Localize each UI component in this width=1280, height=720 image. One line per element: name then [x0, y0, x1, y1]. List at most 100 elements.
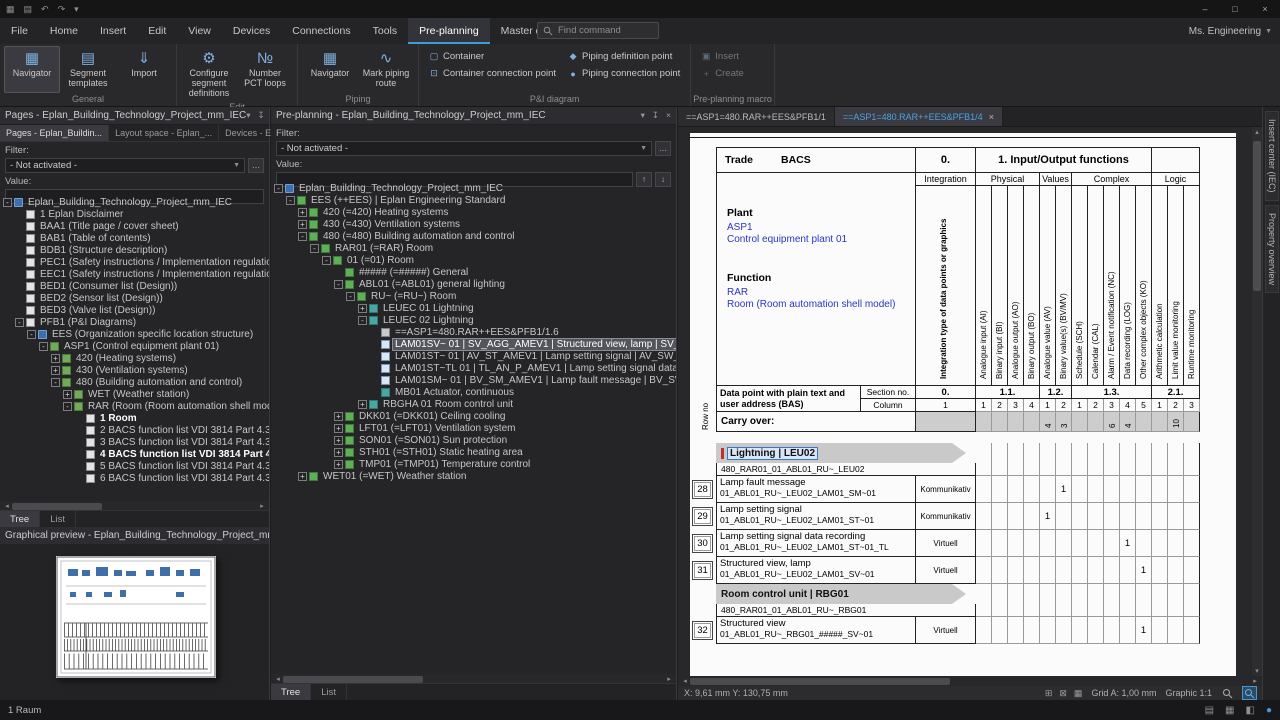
tree-item[interactable]: 5 BACS function list VDI 3814 Part 4.3: [0, 460, 269, 472]
tree-item[interactable]: EEC1 (Safety instructions / Implementati…: [0, 268, 269, 280]
tree-expander[interactable]: -: [298, 232, 307, 241]
section-header[interactable]: Lightning | LEU02: [716, 443, 966, 463]
ribbon-tab-insert[interactable]: Insert: [89, 18, 137, 44]
tree-item[interactable]: LAM01ST~TL 01 | TL_AN_P_AMEV1 | Lamp set…: [271, 362, 676, 374]
scroll-left-icon[interactable]: ◂: [2, 502, 12, 510]
tree-item[interactable]: -480 (=480) Building automation and cont…: [271, 230, 676, 242]
tree-item[interactable]: 1 Room: [0, 412, 269, 424]
tree-item[interactable]: LAM01SV~ 01 | SV_AGG_AMEV1 | Structured …: [271, 338, 676, 350]
zoom-selection-icon[interactable]: [1243, 687, 1256, 699]
quick-access-icon[interactable]: ▦: [6, 4, 15, 15]
scroll-up-icon[interactable]: ▴: [1252, 128, 1262, 136]
ribbon-button-number-pct-loops[interactable]: №Number PCT loops: [237, 46, 293, 101]
document-tab[interactable]: ==ASP1=480.RAR++EES&PFB1/4×: [835, 107, 1003, 126]
datapoint-cell[interactable]: Structured view01_ABL01_RU~_RBG01_#####_…: [716, 617, 916, 644]
dock-tab-property-overview[interactable]: Property overview: [1265, 205, 1279, 293]
tree-item[interactable]: BAA1 (Title page / cover sheet): [0, 220, 269, 232]
tree-expander[interactable]: -: [310, 244, 319, 253]
filter-select[interactable]: - Not activated - ▼: [276, 141, 652, 156]
ribbon-tab-connections[interactable]: Connections: [281, 18, 361, 44]
tree-expander[interactable]: -: [322, 256, 331, 265]
preplanning-panel-header[interactable]: Pre-planning - Eplan_Building_Technology…: [271, 107, 676, 125]
tree-item[interactable]: 1 Eplan Disclaimer: [0, 208, 269, 220]
tree-expander[interactable]: +: [51, 366, 60, 375]
tree-item[interactable]: +430 (Ventilation systems): [0, 364, 269, 376]
tree-item[interactable]: +WET01 (=WET) Weather station: [271, 470, 676, 482]
tree-item[interactable]: +WET (Weather station): [0, 388, 269, 400]
ribbon-button-navigator[interactable]: ▦Navigator: [302, 46, 358, 93]
datapoint-cell[interactable]: Lamp setting signal data recording01_ABL…: [716, 530, 916, 557]
tree-item[interactable]: -480 (Building automation and control): [0, 376, 269, 388]
tree-expander[interactable]: -: [27, 330, 36, 339]
statusbar-icon[interactable]: ▦: [1225, 705, 1234, 716]
ribbon-tab-pre-planning[interactable]: Pre-planning: [408, 18, 490, 44]
tree-expander[interactable]: -: [358, 316, 367, 325]
document-viewport[interactable]: TradeBACS0.1. Input/Output functionsInte…: [678, 127, 1262, 676]
pin-icon[interactable]: ↧: [652, 110, 659, 121]
datapoint-cell[interactable]: Lamp fault message01_ABL01_RU~_LEU02_LAM…: [716, 476, 916, 503]
tree-expander[interactable]: +: [63, 390, 72, 399]
tree-item[interactable]: -ABL01 (=ABL01) general lighting: [271, 278, 676, 290]
tree-item[interactable]: +SON01 (=SON01) Sun protection: [271, 434, 676, 446]
tree-expander[interactable]: +: [334, 460, 343, 469]
tree-item[interactable]: +430 (=430) Ventilation systems: [271, 218, 676, 230]
vertical-scrollbar[interactable]: ▴ ▾: [1252, 127, 1262, 676]
tree-expander[interactable]: +: [51, 354, 60, 363]
tab-tree[interactable]: Tree: [0, 511, 40, 527]
tree-item[interactable]: -PFB1 (P&I Diagrams): [0, 316, 269, 328]
tree-expander[interactable]: -: [39, 342, 48, 351]
zoom-icon[interactable]: [1221, 687, 1234, 699]
tree-item[interactable]: +LFT01 (=LFT01) Ventilation system: [271, 422, 676, 434]
tree-item[interactable]: -Eplan_Building_Technology_Project_mm_IE…: [271, 182, 676, 194]
tree-item[interactable]: BED3 (Valve list (Design)): [0, 304, 269, 316]
tree-expander[interactable]: -: [15, 318, 24, 327]
datapoint-cell[interactable]: Structured view, lamp01_ABL01_RU~_LEU02_…: [716, 557, 916, 584]
tree-expander[interactable]: -: [274, 184, 283, 193]
tree-expander[interactable]: -: [3, 198, 12, 207]
tab-list[interactable]: List: [40, 511, 76, 527]
scroll-left-icon[interactable]: ◂: [273, 675, 283, 683]
close-icon[interactable]: ×: [666, 110, 671, 121]
tree-item[interactable]: +RBGHA 01 Room control unit: [271, 398, 676, 410]
tree-item[interactable]: -ASP1 (Control equipment plant 01): [0, 340, 269, 352]
tree-item[interactable]: -LEUEC 02 Lightning: [271, 314, 676, 326]
statusbar-icon[interactable]: ◧: [1246, 705, 1255, 716]
filter-dialog-button[interactable]: …: [655, 141, 671, 156]
tree-expander[interactable]: +: [334, 436, 343, 445]
tree-expander[interactable]: -: [51, 378, 60, 387]
tree-expander[interactable]: +: [358, 400, 367, 409]
tab-list[interactable]: List: [311, 684, 347, 700]
scroll-right-icon[interactable]: ▸: [664, 675, 674, 683]
tree-item[interactable]: LAM01ST~ 01 | AV_ST_AMEV1 | Lamp setting…: [271, 350, 676, 362]
tree-item[interactable]: 6 BACS function list VDI 3814 Part 4.3: [0, 472, 269, 484]
tree-expander[interactable]: +: [298, 220, 307, 229]
command-search[interactable]: Find command: [537, 22, 659, 39]
ribbon-tab-view[interactable]: View: [177, 18, 222, 44]
tree-item[interactable]: +STH01 (=STH01) Static heating area: [271, 446, 676, 458]
preview-panel-header[interactable]: Graphical preview - Eplan_Building_Techn…: [0, 527, 269, 545]
tab-tree[interactable]: Tree: [271, 684, 311, 700]
ribbon-button-container-connection-point[interactable]: ⊡Container connection point: [426, 66, 559, 81]
tree-item[interactable]: -EES (Organization specific location str…: [0, 328, 269, 340]
tree-item[interactable]: 2 BACS function list VDI 3814 Part 4.3: [0, 424, 269, 436]
quick-access-icon[interactable]: ↷: [58, 4, 66, 15]
pages-panel-header[interactable]: Pages - Eplan_Building_Technology_Projec…: [0, 107, 269, 125]
tree-item[interactable]: LAM01SM~ 01 | BV_SM_AMEV1 | Lamp fault m…: [271, 374, 676, 386]
status-icon[interactable]: ▦: [1074, 688, 1083, 699]
ribbon-button-insert[interactable]: ▣Insert: [698, 49, 747, 64]
tree-expander[interactable]: +: [298, 208, 307, 217]
ribbon-tab-tools[interactable]: Tools: [362, 18, 409, 44]
quick-access-icon[interactable]: ▤: [24, 4, 33, 15]
dock-tab-insert-center-iec-[interactable]: Insert center (IEC): [1265, 111, 1279, 201]
tree-expander[interactable]: +: [334, 412, 343, 421]
tree-item[interactable]: +TMP01 (=TMP01) Temperature control: [271, 458, 676, 470]
tree-expander[interactable]: -: [286, 196, 295, 205]
tree-item[interactable]: ##### (=#####) General: [271, 266, 676, 278]
tree-item[interactable]: -RU~ (=RU~) Room: [271, 290, 676, 302]
tab-pages[interactable]: Pages - Eplan_Buildin...: [0, 125, 109, 141]
tree-item[interactable]: +DKK01 (=DKK01) Ceiling cooling: [271, 410, 676, 422]
ribbon-tab-devices[interactable]: Devices: [222, 18, 281, 44]
tree-item[interactable]: +420 (=420) Heating systems: [271, 206, 676, 218]
scroll-down-icon[interactable]: ▾: [1252, 667, 1262, 675]
tree-item[interactable]: -EES (++EES) | Eplan Engineering Standar…: [271, 194, 676, 206]
